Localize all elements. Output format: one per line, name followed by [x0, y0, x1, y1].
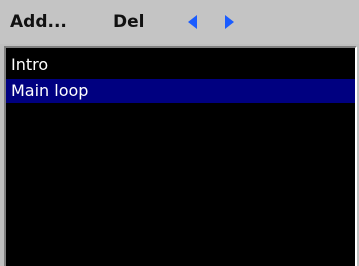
list-item[interactable]: Intro [6, 53, 355, 77]
delete-button[interactable]: Del [113, 9, 144, 35]
add-button[interactable]: Add... [10, 9, 67, 35]
list-item-selected[interactable]: Main loop [6, 79, 355, 103]
arrow-left-icon[interactable] [184, 13, 202, 31]
sequence-list[interactable]: Intro Main loop [4, 46, 357, 266]
arrow-right-icon[interactable] [220, 13, 238, 31]
toolbar: Add... Del [0, 0, 359, 44]
